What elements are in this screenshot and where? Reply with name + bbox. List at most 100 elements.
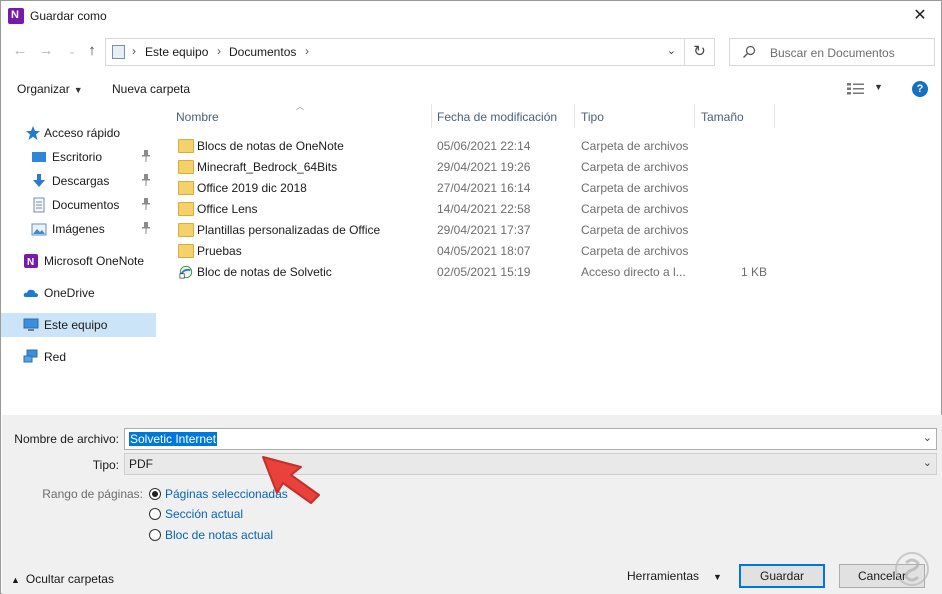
refresh-icon[interactable]: ↻ xyxy=(685,38,715,66)
sidebar-item-label: Escritorio xyxy=(52,150,103,164)
pin-icon[interactable] xyxy=(141,197,151,211)
file-date: 27/04/2021 16:14 xyxy=(437,181,531,195)
column-header-size[interactable]: Tamaño xyxy=(701,110,744,124)
file-name: Minecraft_Bedrock_64Bits xyxy=(197,160,338,174)
file-type: Carpeta de archivos xyxy=(581,202,689,216)
list-item[interactable]: Plantillas personalizadas de Office 29/0… xyxy=(171,220,771,241)
search-placeholder: Buscar en Documentos xyxy=(770,46,895,60)
sidebar-item-microsoft-onenote[interactable]: N Microsoft OneNote xyxy=(1,249,156,273)
list-item[interactable]: Office 2019 dic 2018 27/04/2021 16:14 Ca… xyxy=(171,178,771,199)
file-name: Office Lens xyxy=(197,202,258,216)
column-header-type[interactable]: Tipo xyxy=(581,110,604,124)
save-button[interactable]: Guardar xyxy=(739,564,825,588)
file-name: Pruebas xyxy=(197,244,242,258)
up-folder-icon[interactable]: ↑ xyxy=(83,42,101,60)
search-box[interactable]: Buscar en Documentos xyxy=(729,38,935,66)
sidebar-item-documentos[interactable]: Documentos xyxy=(1,193,156,217)
organize-label: Organizar xyxy=(17,82,70,96)
column-divider[interactable] xyxy=(431,104,432,128)
sidebar-item-imagenes[interactable]: Imágenes xyxy=(1,217,156,241)
sidebar-item-label: Microsoft OneNote xyxy=(44,254,145,268)
annotation-arrow-icon xyxy=(262,456,320,504)
caret-down-icon: ▼ xyxy=(713,572,722,582)
address-bar[interactable]: › Este equipo › Documentos › ⌄ xyxy=(105,38,685,66)
pin-icon[interactable] xyxy=(141,149,151,163)
column-divider[interactable] xyxy=(574,104,575,128)
new-folder-button[interactable]: Nueva carpeta xyxy=(112,82,190,96)
sidebar-item-acceso-rapido[interactable]: Acceso rápido xyxy=(1,121,156,145)
sidebar-item-label: Descargas xyxy=(52,174,110,188)
list-item[interactable]: Bloc de notas de Solvetic 02/05/2021 15:… xyxy=(171,262,771,283)
desktop-icon xyxy=(32,152,46,162)
network-icon xyxy=(23,349,38,363)
caret-down-icon: ▼ xyxy=(73,85,83,95)
radio-label[interactable]: Bloc de notas actual xyxy=(165,528,273,542)
document-icon xyxy=(33,197,45,213)
file-date: 14/04/2021 22:58 xyxy=(437,202,531,216)
address-dropdown-icon[interactable]: ⌄ xyxy=(667,44,676,57)
sidebar-item-label: Red xyxy=(44,350,67,364)
sidebar-item-escritorio[interactable]: Escritorio xyxy=(1,145,156,169)
file-type: Carpeta de archivos xyxy=(581,160,689,174)
column-header-name[interactable]: Nombre xyxy=(176,110,219,124)
chevron-down-icon[interactable]: ⌄ xyxy=(923,431,932,444)
radio-paginas-seleccionadas[interactable] xyxy=(149,488,161,500)
folder-icon xyxy=(178,181,194,195)
radio-bloc-de-notas-actual[interactable] xyxy=(149,529,161,541)
filename-label: Nombre de archivo: xyxy=(14,432,119,446)
view-options-dropdown-icon[interactable]: ▼ xyxy=(874,82,883,92)
caret-up-icon: ▲ xyxy=(11,575,20,585)
forward-icon[interactable]: → xyxy=(37,42,55,60)
radio-label[interactable]: Sección actual xyxy=(165,507,243,521)
radio-seccion-actual[interactable] xyxy=(149,508,161,520)
folder-icon xyxy=(178,139,194,153)
back-icon[interactable]: ← xyxy=(11,42,29,60)
recent-locations-icon[interactable]: ⌄ xyxy=(63,42,81,60)
save-as-dialog: Guardar como ✕ ← → ⌄ ↑ › Este equipo › D… xyxy=(0,0,942,594)
tools-dropdown[interactable]: Herramientas ▼ xyxy=(627,569,722,583)
column-header-date[interactable]: Fecha de modificación xyxy=(437,110,557,124)
hide-folders-toggle[interactable]: ▲ Ocultar carpetas xyxy=(11,572,114,586)
list-item[interactable]: Pruebas 04/05/2021 18:07 Carpeta de arch… xyxy=(171,241,771,262)
file-size: 1 KB xyxy=(740,265,767,279)
watermark-logo xyxy=(895,552,929,586)
sidebar-item-label: Documentos xyxy=(52,198,120,212)
page-range-label: Rango de páginas: xyxy=(42,487,143,501)
file-name: Office 2019 dic 2018 xyxy=(197,181,307,195)
hide-folders-label: Ocultar carpetas xyxy=(25,572,114,586)
sidebar-item-este-equipo[interactable]: Este equipo xyxy=(1,313,156,337)
breadcrumb-este-equipo[interactable]: Este equipo xyxy=(145,45,208,59)
search-icon xyxy=(743,45,756,58)
organize-button[interactable]: Organizar ▼ xyxy=(17,82,83,96)
document-location-icon xyxy=(112,45,125,59)
column-divider[interactable] xyxy=(694,104,695,128)
tools-label: Herramientas xyxy=(627,569,700,583)
help-icon[interactable]: ? xyxy=(912,81,928,97)
onenote-shortcut-icon xyxy=(179,265,193,279)
sidebar-item-descargas[interactable]: Descargas xyxy=(1,169,156,193)
file-type: Carpeta de archivos xyxy=(581,139,689,153)
list-item[interactable]: Office Lens 14/04/2021 22:58 Carpeta de … xyxy=(171,199,771,220)
view-details-icon[interactable] xyxy=(847,82,865,96)
file-type: Carpeta de archivos xyxy=(581,223,689,237)
pin-icon[interactable] xyxy=(141,221,151,235)
sidebar-item-onedrive[interactable]: OneDrive xyxy=(1,281,156,305)
filename-field[interactable]: Solvetic Internet ⌄ xyxy=(124,428,937,450)
folder-icon xyxy=(178,244,194,258)
list-item[interactable]: Blocs de notas de OneNote 05/06/2021 22:… xyxy=(171,136,771,157)
list-item[interactable]: Minecraft_Bedrock_64Bits 29/04/2021 19:2… xyxy=(171,157,771,178)
onenote-app-icon xyxy=(8,8,24,24)
sidebar-item-label: Imágenes xyxy=(52,222,105,236)
sidebar-item-label: OneDrive xyxy=(44,286,95,300)
sidebar-item-red[interactable]: Red xyxy=(1,345,156,369)
close-icon[interactable]: ✕ xyxy=(905,4,935,28)
file-type-select[interactable]: PDF ⌄ xyxy=(124,453,937,475)
pin-icon[interactable] xyxy=(141,173,151,187)
cloud-icon xyxy=(23,289,38,297)
computer-icon xyxy=(23,318,39,331)
file-type-label: Tipo: xyxy=(92,458,119,472)
breadcrumb-documentos[interactable]: Documentos xyxy=(229,45,296,59)
star-icon xyxy=(26,126,40,140)
folder-icon xyxy=(178,223,194,237)
column-divider[interactable] xyxy=(774,104,775,128)
